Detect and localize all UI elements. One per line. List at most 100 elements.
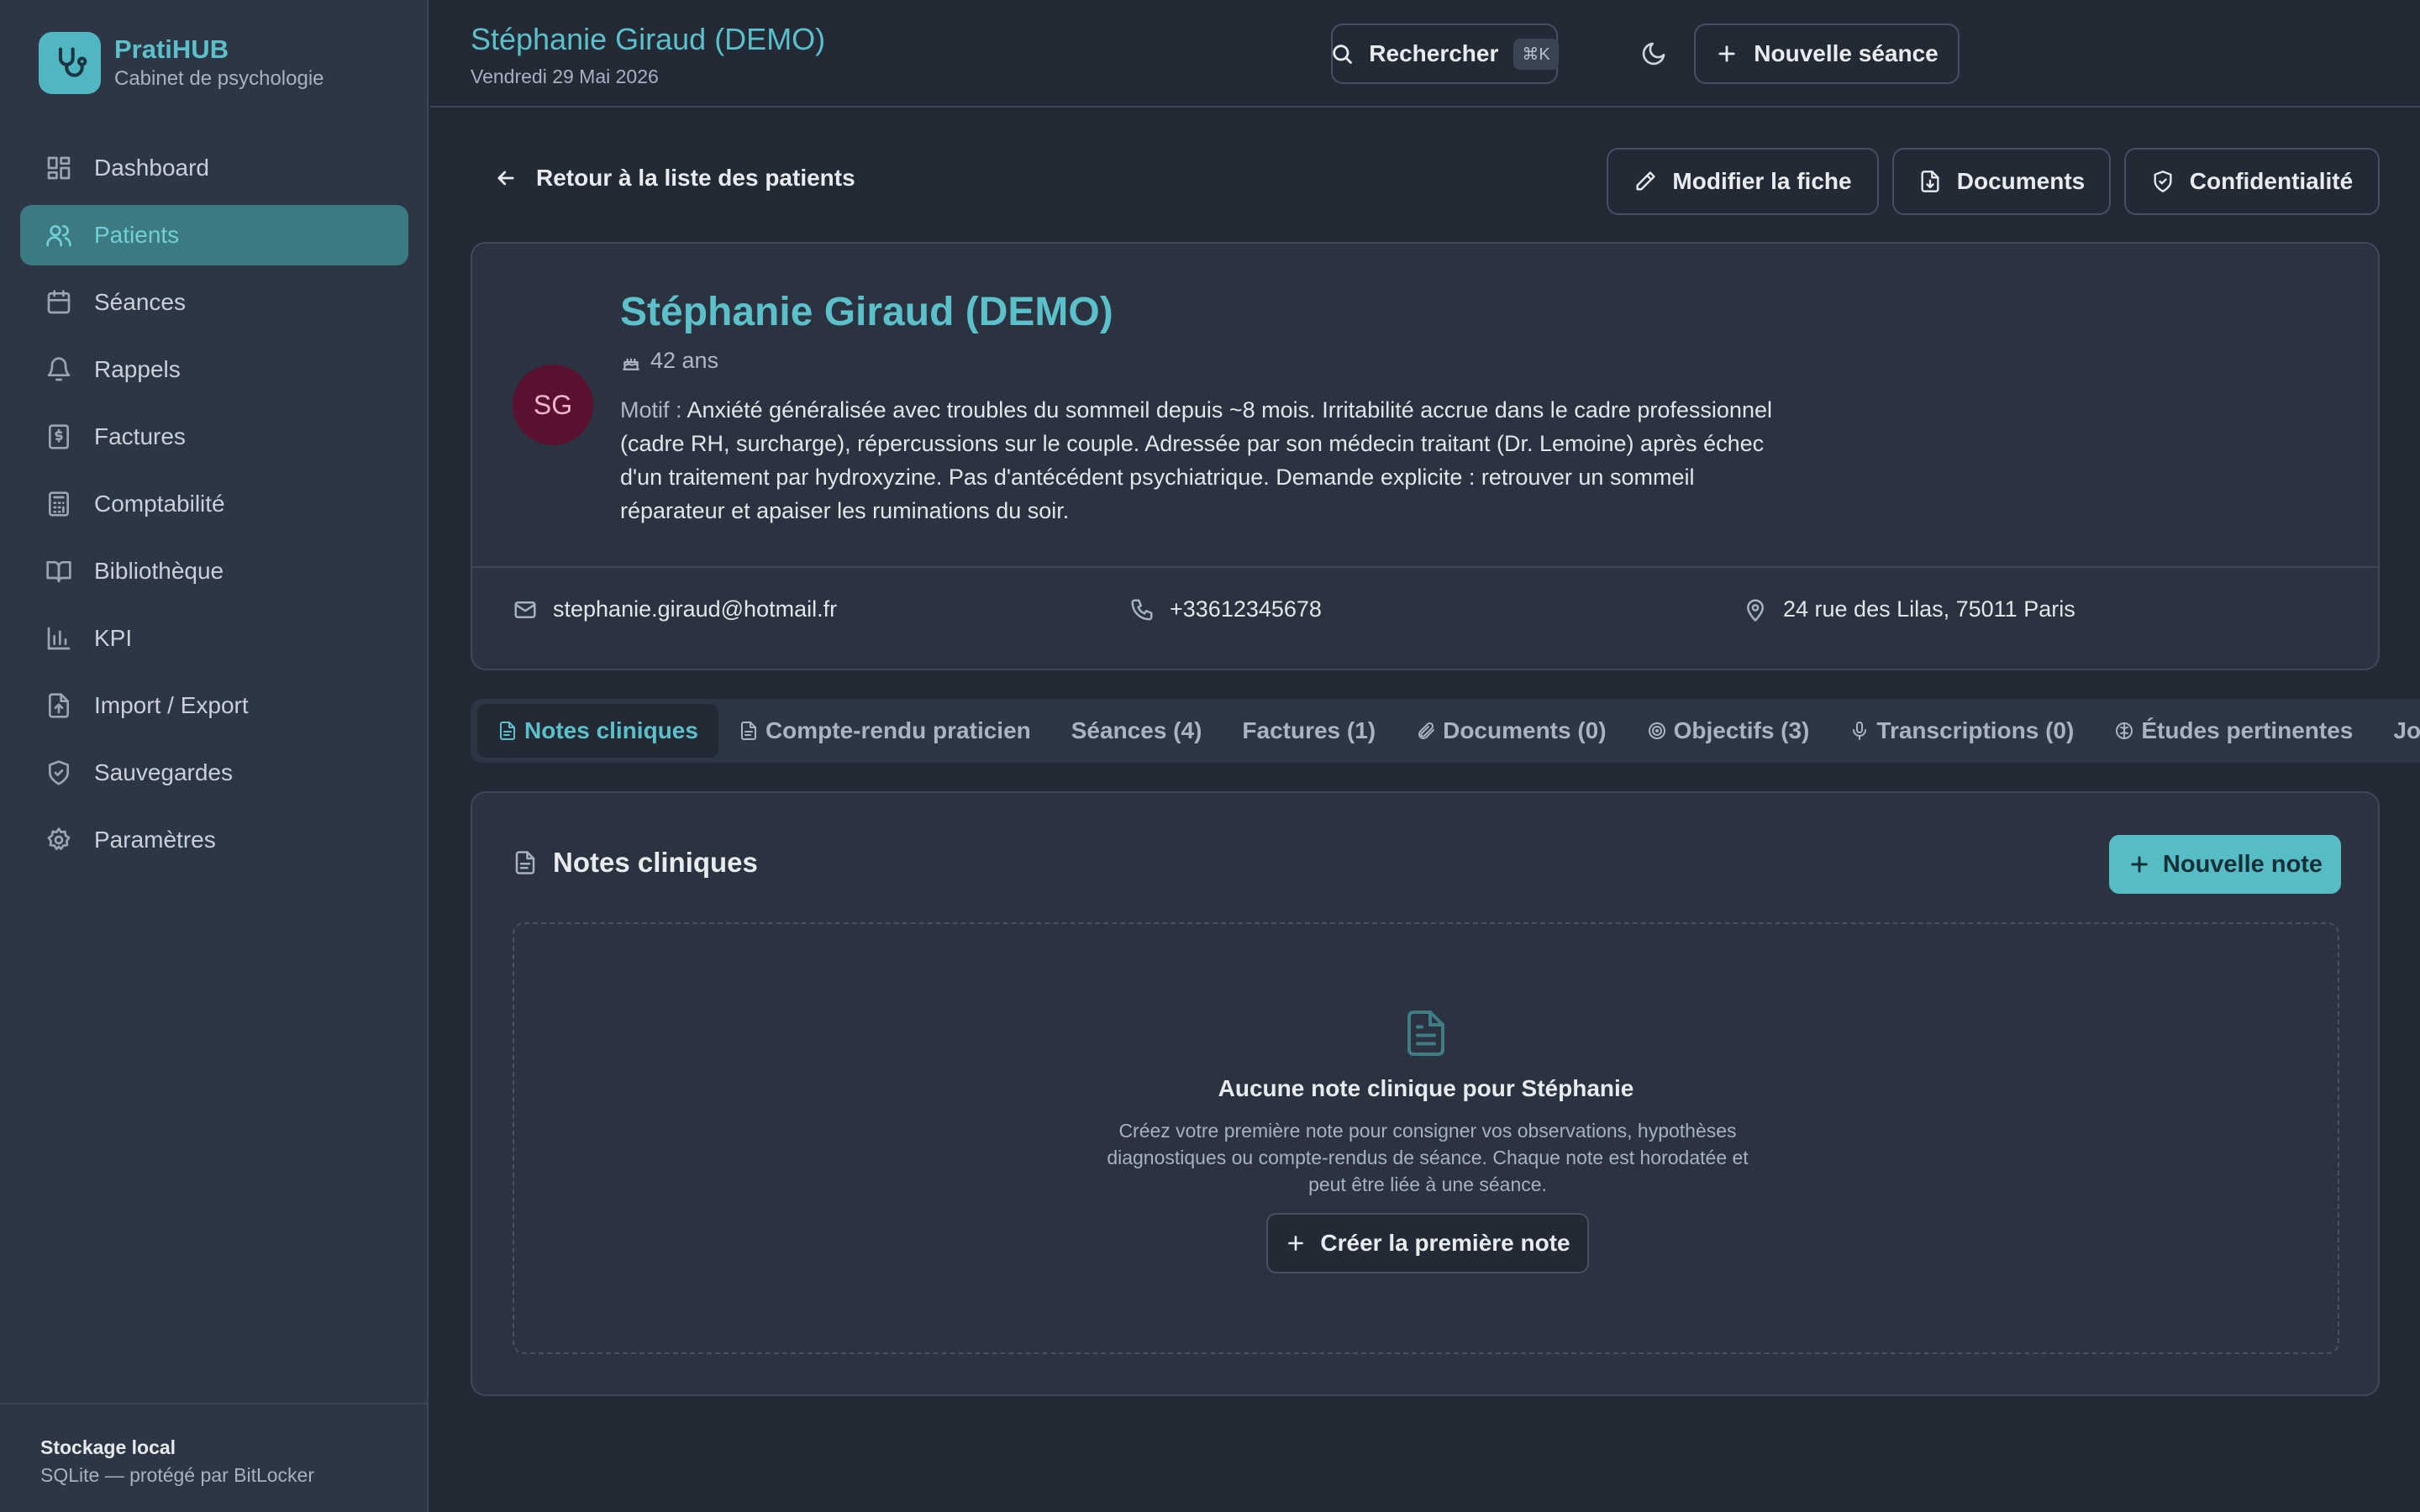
tab-factures[interactable]: Factures (1)	[1222, 704, 1396, 758]
tab-etudes-pertinentes[interactable]: Études pertinentes	[2094, 704, 2373, 758]
documents-label: Documents	[1956, 168, 2086, 194]
divider	[472, 566, 2378, 568]
clinical-notes-panel: Notes cliniques Nouvelle note Aucune not…	[471, 791, 2380, 1396]
create-first-note-button[interactable]: Créer la première note	[1266, 1213, 1589, 1273]
calculator-icon	[45, 491, 72, 517]
sidebar-item-label: Dashboard	[94, 155, 209, 181]
sidebar-item-label: Factures	[94, 423, 186, 449]
back-to-patients-link[interactable]: Retour à la liste des patients	[494, 165, 855, 192]
privacy-button[interactable]: Confidentialité	[2124, 148, 2380, 215]
tab-journal[interactable]: Journal d	[2373, 704, 2420, 758]
empty-state: Aucune note clinique pour Stéphanie Crée…	[513, 922, 2339, 1354]
mic-icon	[1849, 721, 1870, 741]
target-icon	[1647, 721, 1667, 741]
new-session-button[interactable]: Nouvelle séance	[1694, 24, 1960, 84]
new-note-label: Nouvelle note	[2162, 850, 2323, 878]
search-shortcut: ⌘K	[1513, 38, 1559, 70]
motif-text: Anxiété généralisée avec troubles du som…	[620, 397, 1772, 523]
sidebar-item-sauvegardes[interactable]: Sauvegardes	[20, 743, 408, 803]
sidebar-item-label: Bibliothèque	[94, 558, 224, 584]
brand[interactable]: PratiHUB Cabinet de psychologie	[39, 32, 324, 94]
patient-card: SG Stéphanie Giraud (DEMO) 42 ans Motif …	[471, 242, 2380, 670]
patient-age: 42 ans	[620, 348, 718, 374]
cake-icon	[620, 350, 642, 372]
file-text-icon	[739, 721, 759, 741]
tab-objectifs[interactable]: Objectifs (3)	[1627, 704, 1830, 758]
notes-title: Notes cliniques	[553, 847, 758, 878]
search-label: Rechercher	[1369, 40, 1499, 66]
phone-value: +33612345678	[1170, 596, 1322, 622]
documents-button[interactable]: Documents	[1892, 148, 2111, 215]
search-button[interactable]: Rechercher ⌘K	[1330, 24, 1559, 84]
tab-transcriptions[interactable]: Transcriptions (0)	[1829, 704, 2094, 758]
storage-subtitle: SQLite — protégé par BitLocker	[40, 1464, 314, 1486]
bar-chart-icon	[45, 625, 72, 652]
brand-name: PratiHUB	[114, 34, 229, 64]
storage-title: Stockage local	[40, 1436, 176, 1458]
book-icon	[45, 558, 72, 585]
tab-compte-rendu[interactable]: Compte-rendu praticien	[718, 704, 1051, 758]
email-value: stephanie.giraud@hotmail.fr	[553, 596, 838, 622]
plus-icon	[1715, 42, 1739, 66]
new-note-button[interactable]: Nouvelle note	[2109, 835, 2341, 894]
sidebar-item-kpi[interactable]: KPI	[20, 608, 408, 669]
sidebar-item-label: Séances	[94, 289, 186, 315]
mail-icon	[513, 597, 538, 622]
patient-name: Stéphanie Giraud (DEMO)	[620, 290, 1113, 334]
sidebar-item-bibliotheque[interactable]: Bibliothèque	[20, 541, 408, 601]
moon-icon	[1640, 40, 1667, 67]
theme-toggle-button[interactable]	[1637, 37, 1670, 71]
gear-icon	[45, 827, 72, 853]
sidebar-item-comptabilite[interactable]: Comptabilité	[20, 474, 408, 534]
notes-header: Notes cliniques	[513, 847, 758, 879]
patient-motif: Motif : Anxiété généralisée avec trouble…	[620, 393, 1797, 528]
sidebar: PratiHUB Cabinet de psychologie Dashboar…	[0, 0, 429, 1512]
shield-icon	[45, 759, 72, 786]
plus-icon	[2128, 853, 2151, 876]
stethoscope-icon	[39, 32, 101, 94]
current-date: Vendredi 29 Mai 2026	[471, 66, 659, 87]
tab-label: Études pertinentes	[2141, 717, 2354, 743]
sidebar-item-factures[interactable]: Factures	[20, 407, 408, 467]
sidebar-item-import-export[interactable]: Import / Export	[20, 675, 408, 736]
edit-record-button[interactable]: Modifier la fiche	[1607, 148, 1879, 215]
file-text-icon	[513, 850, 538, 875]
page-title: Stéphanie Giraud (DEMO)	[471, 22, 826, 56]
sidebar-item-dashboard[interactable]: Dashboard	[20, 138, 408, 198]
sidebar-item-rappels[interactable]: Rappels	[20, 339, 408, 400]
sidebar-item-patients[interactable]: Patients	[20, 205, 408, 265]
tab-documents[interactable]: Documents (0)	[1396, 704, 1626, 758]
dashboard-icon	[45, 155, 72, 181]
tab-label: Transcriptions (0)	[1876, 717, 2075, 743]
shield-check-icon	[2151, 170, 2175, 193]
sidebar-item-seances[interactable]: Séances	[20, 272, 408, 333]
map-pin-icon	[1743, 597, 1768, 622]
tab-seances[interactable]: Séances (4)	[1051, 704, 1223, 758]
file-import-icon	[45, 692, 72, 719]
search-icon	[1330, 42, 1354, 66]
sidebar-item-parametres[interactable]: Paramètres	[20, 810, 408, 870]
brain-icon	[2114, 721, 2134, 741]
motif-label: Motif :	[620, 397, 682, 423]
arrow-left-icon	[494, 166, 518, 190]
back-label: Retour à la liste des patients	[536, 165, 855, 191]
avatar: SG	[513, 365, 593, 445]
patient-email[interactable]: stephanie.giraud@hotmail.fr	[513, 596, 837, 622]
patient-address: 24 rue des Lilas, 75011 Paris	[1743, 596, 2075, 622]
tab-label: Notes cliniques	[524, 717, 698, 743]
sidebar-item-label: Patients	[94, 222, 180, 248]
patient-phone[interactable]: +33612345678	[1129, 596, 1322, 622]
tab-notes-cliniques[interactable]: Notes cliniques	[477, 704, 718, 758]
tab-label: Factures (1)	[1242, 717, 1376, 743]
create-first-label: Créer la première note	[1320, 1230, 1570, 1256]
sidebar-item-label: Comptabilité	[94, 491, 225, 517]
new-session-label: Nouvelle séance	[1754, 40, 1939, 66]
empty-description: Créez votre première note pour consigner…	[1107, 1120, 1749, 1195]
address-value: 24 rue des Lilas, 75011 Paris	[1783, 596, 2075, 622]
sidebar-item-label: KPI	[94, 625, 133, 651]
tab-label: Documents (0)	[1443, 717, 1607, 743]
brand-subtitle: Cabinet de psychologie	[114, 67, 324, 90]
patient-tabs: Notes cliniques Compte-rendu praticien S…	[471, 699, 2420, 763]
receipt-icon	[45, 423, 72, 450]
users-icon	[45, 222, 72, 249]
